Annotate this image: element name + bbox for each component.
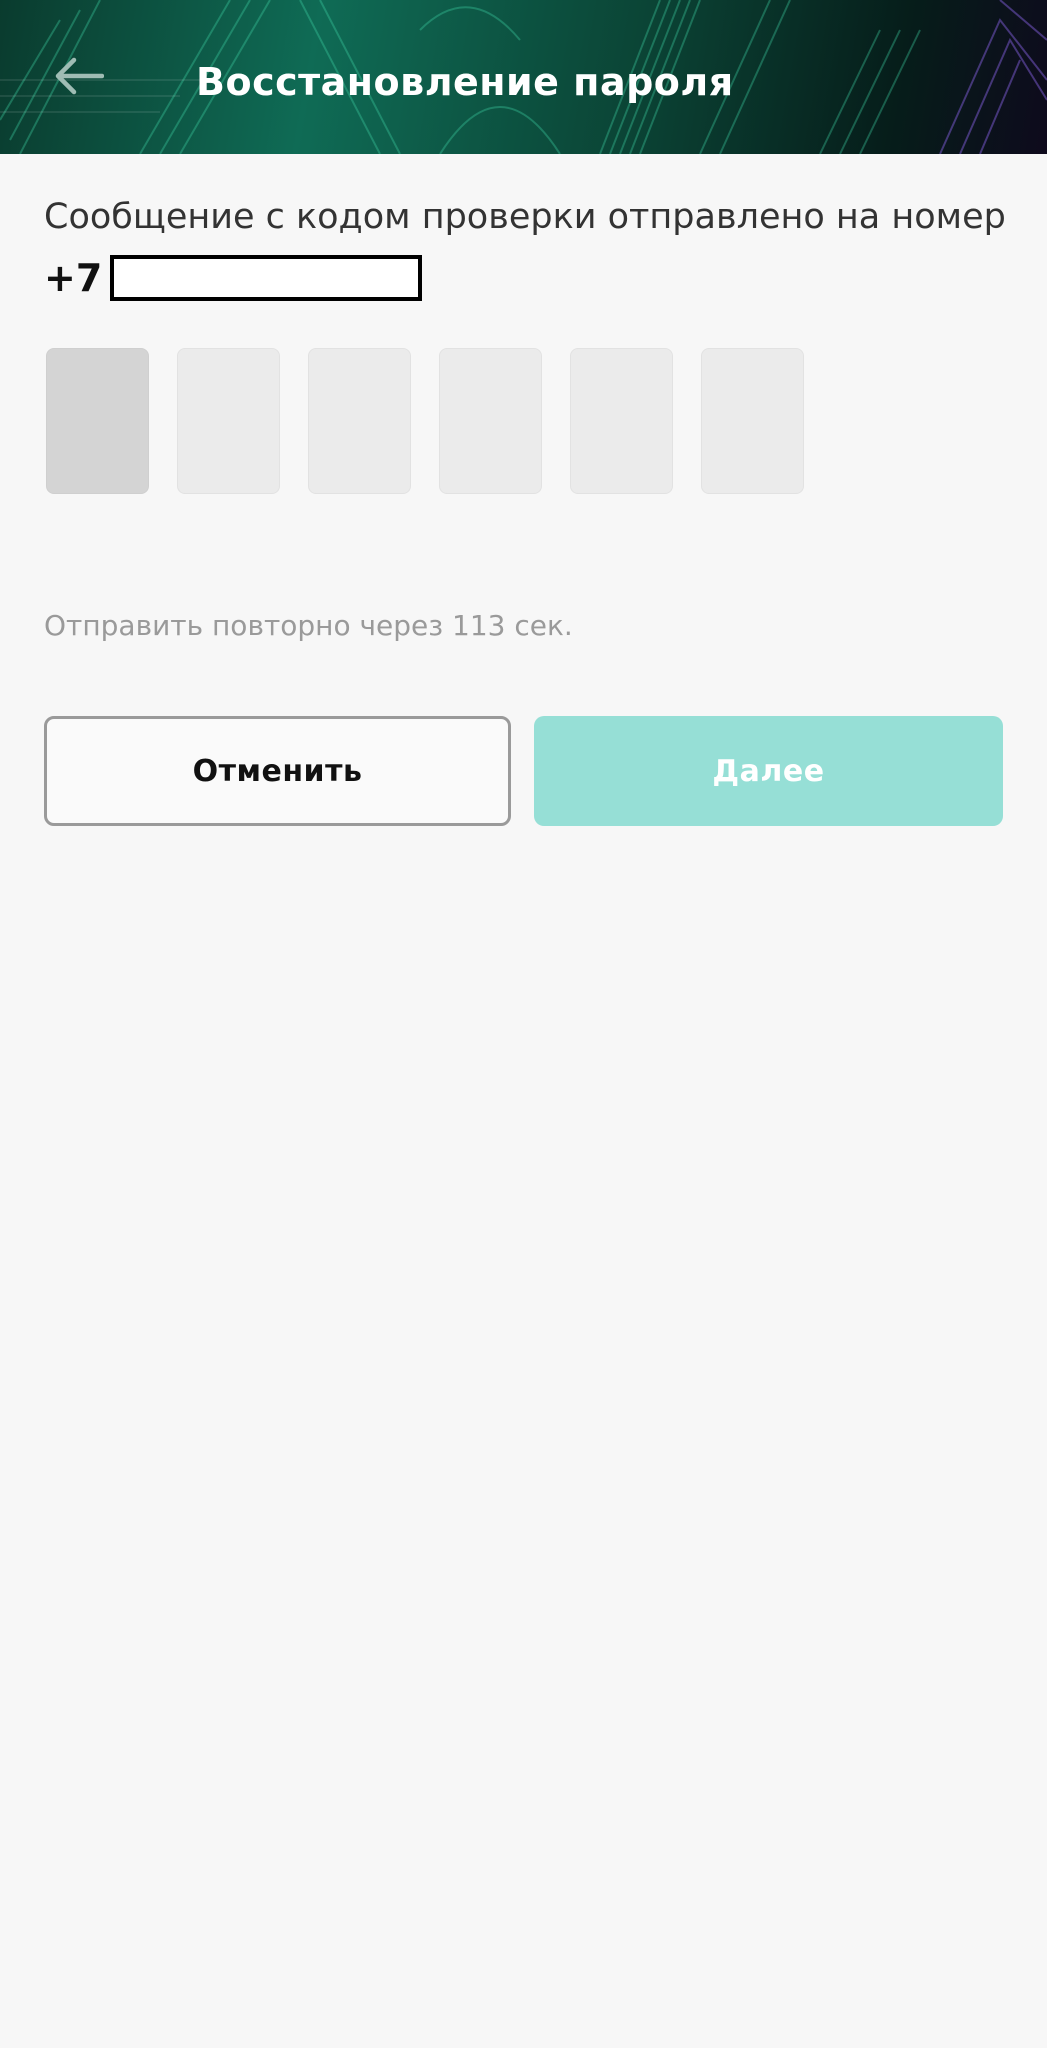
resend-countdown: Отправить повторно через 113 сек. <box>44 609 573 642</box>
code-digit-1[interactable] <box>46 348 149 494</box>
cancel-button[interactable]: Отменить <box>44 716 511 826</box>
next-button[interactable]: Далее <box>534 716 1003 826</box>
back-button[interactable] <box>40 40 116 116</box>
code-digit-5[interactable] <box>570 348 673 494</box>
app-header: Восстановление пароля <box>0 0 1047 154</box>
phone-number: +7 <box>44 250 423 306</box>
phone-prefix: +7 <box>44 256 103 300</box>
verification-message: Сообщение с кодом проверки отправлено на… <box>44 197 1006 237</box>
code-digit-6[interactable] <box>701 348 804 494</box>
code-digit-4[interactable] <box>439 348 542 494</box>
page-title: Восстановление пароля <box>196 60 734 104</box>
code-digit-3[interactable] <box>308 348 411 494</box>
arrow-left-icon <box>52 56 105 100</box>
code-input-group <box>46 348 832 494</box>
code-digit-2[interactable] <box>177 348 280 494</box>
phone-redacted-box <box>110 255 423 301</box>
